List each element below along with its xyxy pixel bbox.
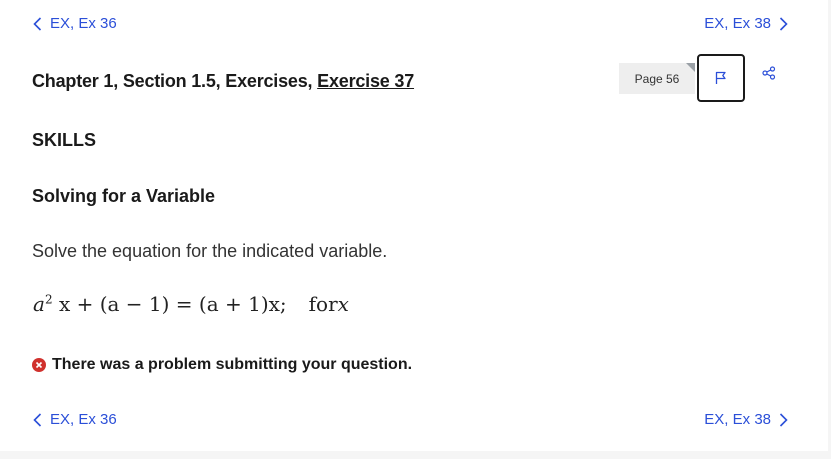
equation-for-word: for	[308, 292, 338, 316]
page-badge[interactable]: Page 56	[619, 63, 695, 94]
share-icon	[762, 66, 776, 80]
corner-fold-icon	[686, 63, 695, 72]
prev-exercise-label: EX, Ex 36	[50, 15, 117, 32]
flag-icon	[715, 71, 726, 84]
equation-base: a	[33, 292, 45, 316]
page-label: Page 56	[634, 71, 680, 86]
instruction-text: Solve the equation for the indicated var…	[32, 241, 388, 261]
section-heading: SKILLS	[32, 130, 97, 150]
error-text: There was a problem submitting your ques…	[52, 356, 413, 373]
equation-body: x + (a − 1) = (a + 1)x;	[58, 292, 287, 316]
chevron-left-icon	[33, 412, 42, 427]
equation-variable: x	[337, 292, 349, 316]
next-exercise-link-bottom[interactable]: EX, Ex 38	[704, 411, 788, 428]
next-exercise-label: EX, Ex 38	[704, 411, 771, 428]
chevron-right-icon	[779, 16, 788, 31]
equation-exponent: 2	[44, 292, 53, 307]
error-x-icon	[32, 358, 46, 372]
title-prefix: Chapter 1, Section 1.5, Exercises,	[32, 71, 318, 91]
flag-button[interactable]	[697, 54, 745, 102]
share-button[interactable]	[760, 64, 778, 82]
exercise-card: EX, Ex 36 EX, Ex 38 Chapter 1, Section 1…	[0, 0, 828, 451]
equation: a2 x + (a − 1) = (a + 1)x; forx	[33, 292, 349, 316]
chevron-left-icon	[33, 16, 42, 31]
prev-exercise-label: EX, Ex 36	[50, 411, 117, 428]
subsection-heading: Solving for a Variable	[32, 186, 216, 206]
prev-exercise-link-top[interactable]: EX, Ex 36	[33, 15, 117, 32]
chevron-right-icon	[779, 412, 788, 427]
next-exercise-label: EX, Ex 38	[704, 15, 771, 32]
prev-exercise-link-bottom[interactable]: EX, Ex 36	[33, 411, 117, 428]
exercise-link[interactable]: Exercise 37	[317, 71, 414, 91]
error-message: There was a problem submitting your ques…	[32, 356, 412, 374]
exercise-title: Chapter 1, Section 1.5, Exercises, Exerc…	[32, 71, 414, 92]
next-exercise-link-top[interactable]: EX, Ex 38	[704, 15, 788, 32]
